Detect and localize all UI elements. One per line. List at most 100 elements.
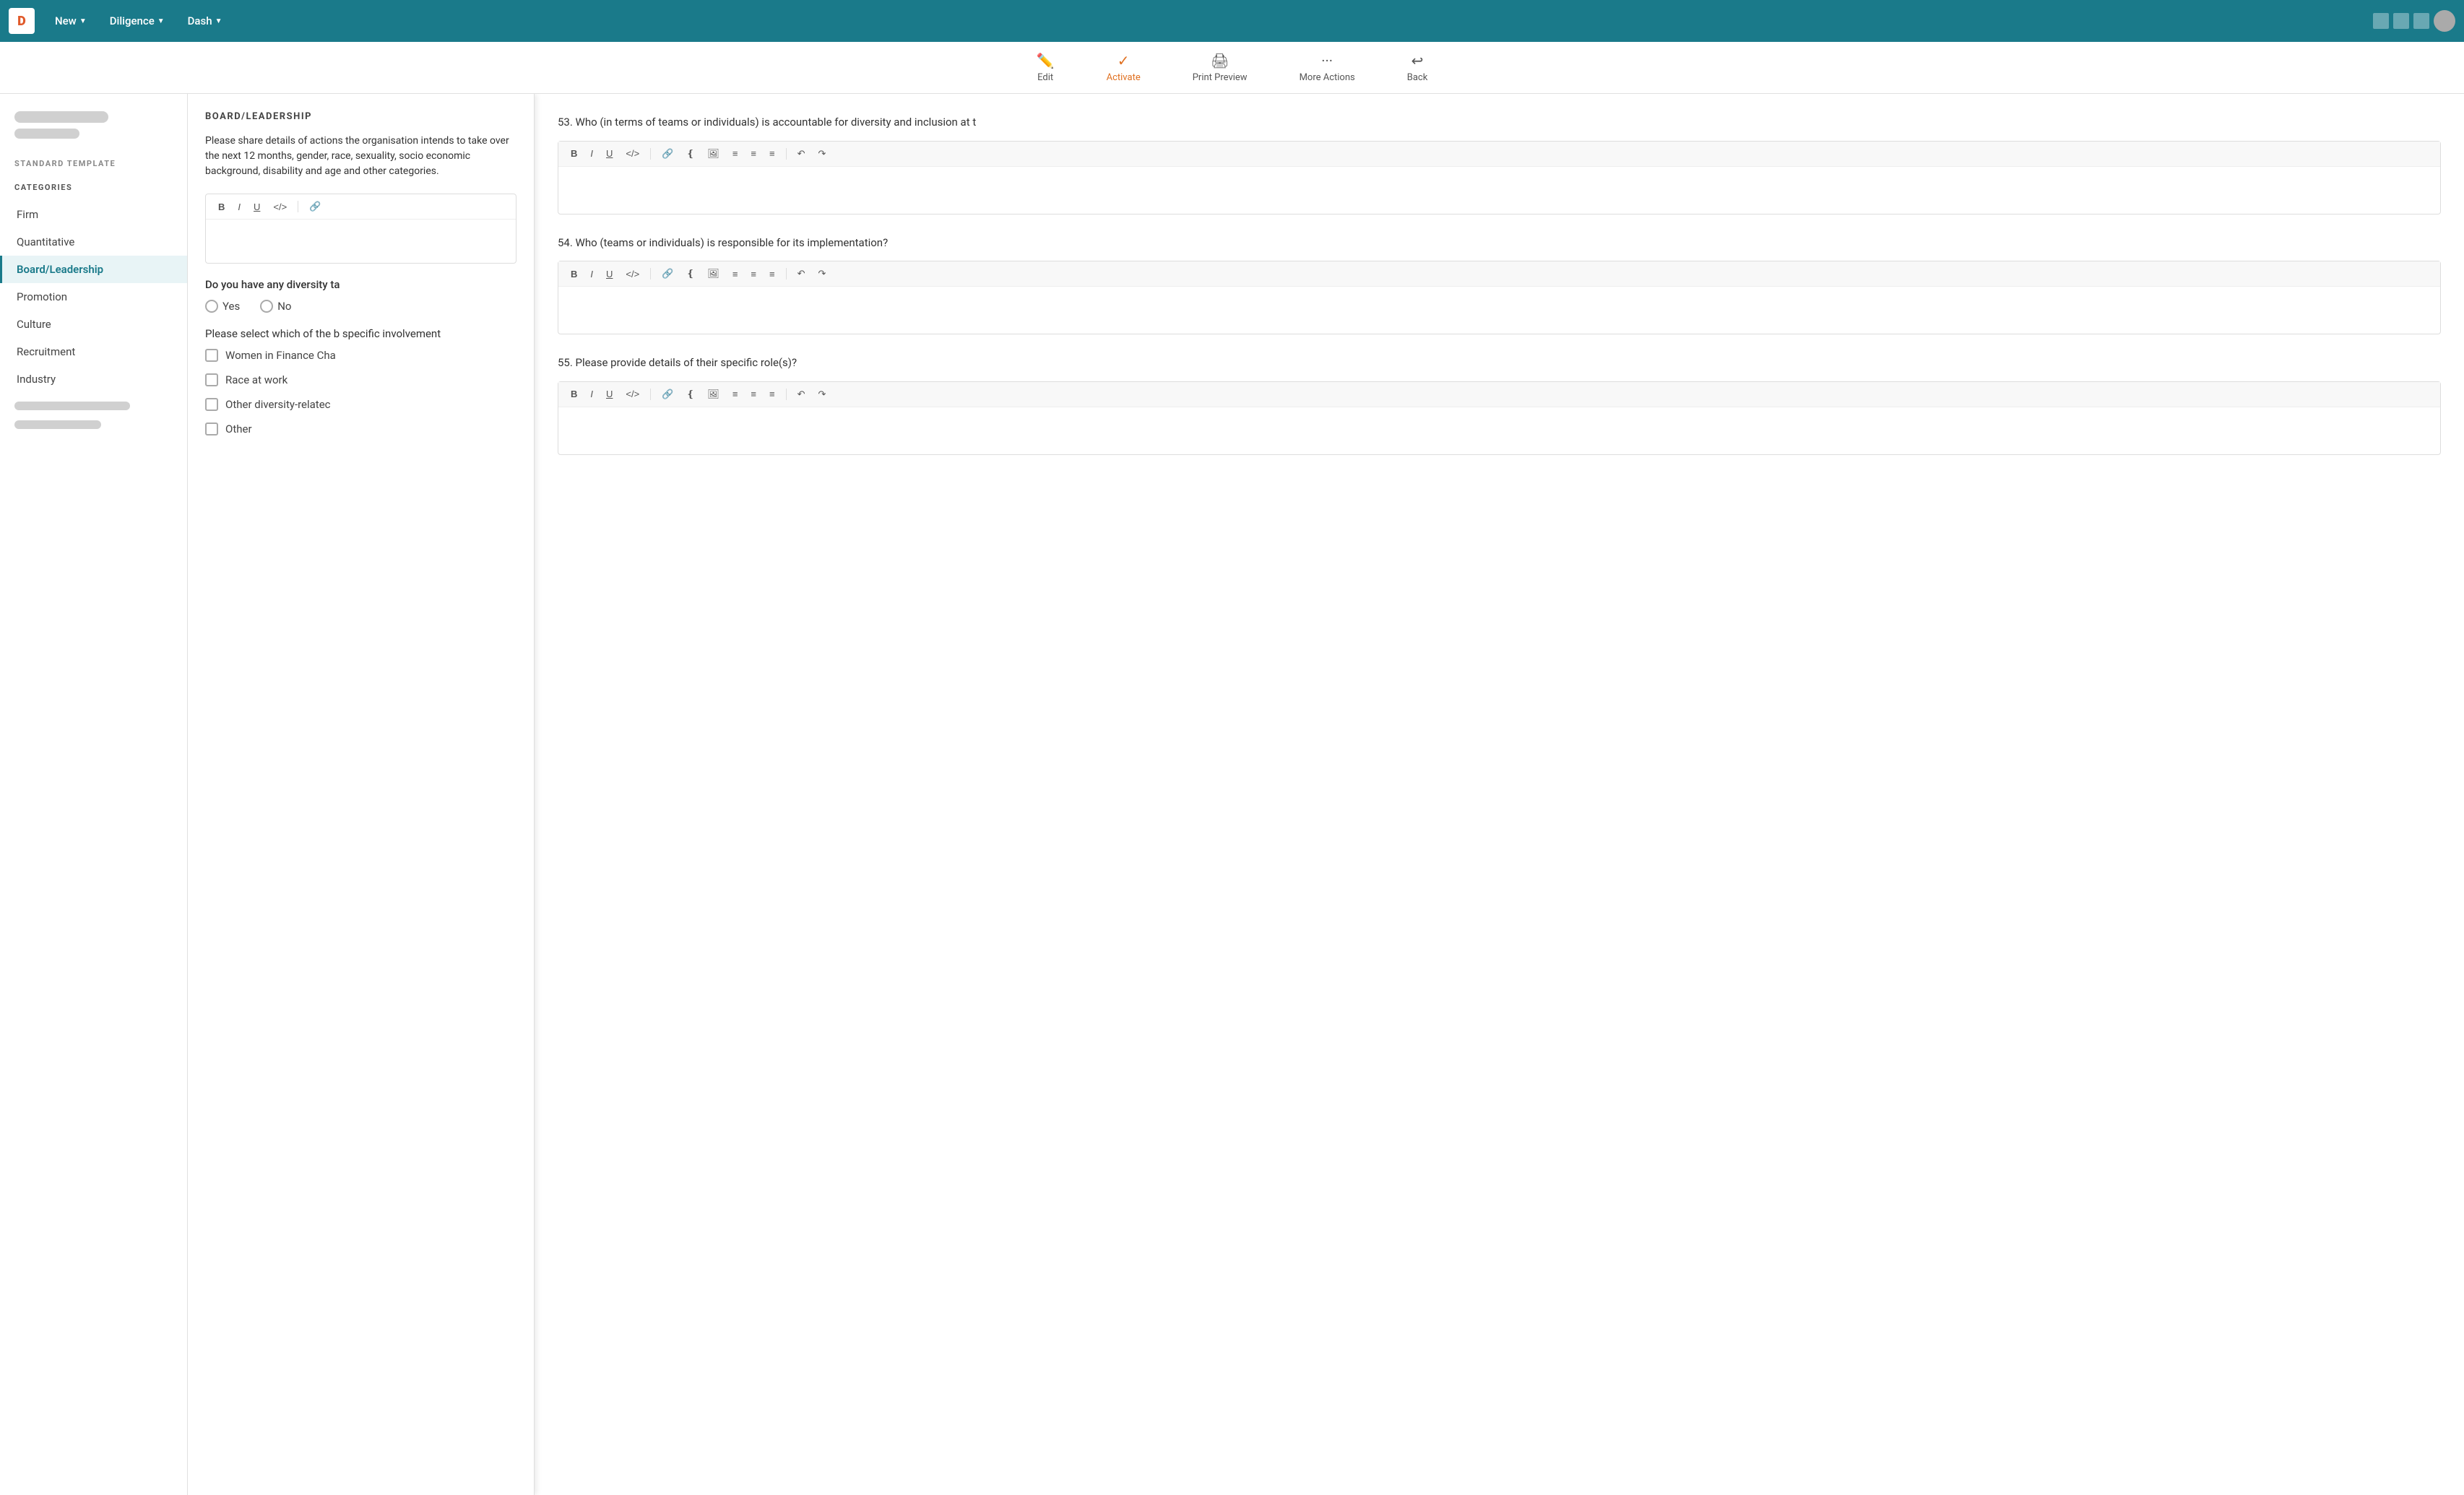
editor-align-left-55[interactable]: ≡ — [727, 386, 743, 402]
nav-new[interactable]: New ▼ — [46, 10, 95, 32]
editor-italic-54[interactable]: I — [585, 266, 598, 282]
editor-code-55[interactable]: </> — [621, 386, 644, 402]
radio-no[interactable]: No — [260, 300, 291, 313]
logo[interactable]: D — [9, 8, 35, 34]
checkbox-sq-race-at-work — [205, 373, 218, 386]
editor-list-54[interactable]: ≡ — [764, 266, 780, 282]
edit-button[interactable]: ✏️ Edit — [1028, 46, 1063, 89]
editor-underline-53[interactable]: U — [601, 146, 618, 161]
panel-section-title: BOARD/LEADERSHIP — [205, 111, 516, 122]
radio-yes[interactable]: Yes — [205, 300, 240, 313]
nav-dash[interactable]: Dash ▼ — [179, 10, 231, 32]
editor-body-53[interactable] — [558, 167, 2440, 214]
editor-code-53[interactable]: </> — [621, 146, 644, 161]
editor-toolbar-1: B I U </> 🔗 — [206, 194, 516, 220]
topnav-right-controls — [2373, 10, 2455, 32]
editor-divider-55-1 — [650, 389, 651, 400]
ellipsis-icon: ··· — [1321, 52, 1333, 69]
user-avatar[interactable] — [2434, 10, 2455, 32]
editor-underline-55[interactable]: U — [601, 386, 618, 402]
editor-align-center-55[interactable]: ≡ — [745, 386, 761, 402]
sidebar-item-industry[interactable]: Industry — [0, 365, 187, 393]
more-actions-button[interactable]: ··· More Actions — [1291, 46, 1364, 89]
editor-italic-53[interactable]: I — [585, 146, 598, 161]
checkbox-sq-other-diversity — [205, 398, 218, 411]
editor-toolbar-53: B I U </> 🔗 ❴ 🖼 ≡ ≡ ≡ ↶ ↷ — [558, 142, 2440, 167]
nav-grid-icon-2[interactable] — [2393, 13, 2409, 29]
question-53-editor: B I U </> 🔗 ❴ 🖼 ≡ ≡ ≡ ↶ ↷ — [558, 141, 2441, 214]
editor-divider-53-2 — [786, 148, 787, 160]
print-preview-icon: 🖨 — [1211, 52, 1229, 69]
editor-italic-btn[interactable]: I — [233, 199, 246, 214]
editor-align-left-53[interactable]: ≡ — [727, 146, 743, 161]
edit-icon: ✏️ — [1037, 52, 1055, 69]
editor-link-53[interactable]: 🔗 — [657, 146, 678, 162]
nav-grid-icon-3[interactable] — [2413, 13, 2429, 29]
editor-link-54[interactable]: 🔗 — [657, 266, 678, 282]
top-navigation: D New ▼ Diligence ▼ Dash ▼ — [0, 0, 2464, 42]
editor-link-btn[interactable]: 🔗 — [304, 199, 326, 214]
editor-undo-53[interactable]: ↶ — [792, 146, 810, 162]
right-panel: 53. Who (in terms of teams or individual… — [535, 94, 2464, 1495]
editor-redo-55[interactable]: ↷ — [813, 386, 831, 402]
editor-bold-55[interactable]: B — [566, 386, 582, 402]
checkbox-other-diversity[interactable]: Other diversity-relatec — [205, 398, 516, 411]
checkbox-race-at-work[interactable]: Race at work — [205, 373, 516, 386]
checkbox-other[interactable]: Other — [205, 422, 516, 436]
sidebar-item-board-leadership[interactable]: Board/Leadership — [0, 256, 187, 283]
editor-undo-55[interactable]: ↶ — [792, 386, 810, 402]
checkbox-sq-other — [205, 422, 218, 436]
left-panel: BOARD/LEADERSHIP Please share details of… — [188, 94, 535, 1495]
question-53-title: 53. Who (in terms of teams or individual… — [558, 114, 2441, 131]
yes-no-radio-group: Yes No — [205, 300, 516, 313]
activate-icon: ✓ — [1118, 52, 1130, 69]
editor-image-54[interactable]: 🖼 — [702, 266, 725, 282]
editor-bold-53[interactable]: B — [566, 146, 582, 161]
editor-underline-54[interactable]: U — [601, 266, 618, 282]
sidebar-item-culture[interactable]: Culture — [0, 311, 187, 338]
editor-italic-55[interactable]: I — [585, 386, 598, 402]
editor-code-btn[interactable]: </> — [268, 199, 292, 214]
editor-body-54[interactable] — [558, 287, 2440, 334]
back-button[interactable]: ↩ Back — [1399, 46, 1437, 89]
chevron-down-icon: ▼ — [157, 17, 165, 25]
categories-label: CATEGORIES — [0, 177, 187, 201]
editor-bold-54[interactable]: B — [566, 266, 582, 282]
editor-link-55[interactable]: 🔗 — [657, 386, 678, 402]
editor-divider-54-2 — [786, 268, 787, 280]
sidebar-item-recruitment[interactable]: Recruitment — [0, 338, 187, 365]
editor-body-1[interactable] — [206, 220, 516, 263]
editor-undo-54[interactable]: ↶ — [792, 266, 810, 282]
question-55-title: 55. Please provide details of their spec… — [558, 355, 2441, 371]
editor-body-55[interactable] — [558, 407, 2440, 454]
editor-quote-53[interactable]: ❴ — [681, 146, 699, 162]
activate-button[interactable]: ✓ Activate — [1098, 46, 1149, 89]
editor-toolbar-54: B I U </> 🔗 ❴ 🖼 ≡ ≡ ≡ ↶ ↷ — [558, 261, 2440, 287]
editor-toolbar-55: B I U </> 🔗 ❴ 🖼 ≡ ≡ ≡ ↶ ↷ — [558, 382, 2440, 407]
print-preview-button[interactable]: 🖨 Print Preview — [1184, 46, 1256, 89]
nav-diligence[interactable]: Diligence ▼ — [101, 10, 173, 32]
editor-quote-55[interactable]: ❴ — [681, 386, 699, 402]
editor-list-53[interactable]: ≡ — [764, 146, 780, 161]
editor-align-left-54[interactable]: ≡ — [727, 266, 743, 282]
editor-image-55[interactable]: 🖼 — [702, 386, 725, 402]
editor-align-center-54[interactable]: ≡ — [745, 266, 761, 282]
action-toolbar: ✏️ Edit ✓ Activate 🖨 Print Preview ··· M… — [0, 42, 2464, 94]
editor-underline-btn[interactable]: U — [248, 199, 265, 214]
sidebar-placeholder-subtitle — [14, 129, 79, 139]
editor-bold-btn[interactable]: B — [213, 199, 230, 214]
sidebar-item-promotion[interactable]: Promotion — [0, 283, 187, 311]
back-icon: ↩ — [1412, 52, 1424, 69]
checkbox-women-finance[interactable]: Women in Finance Cha — [205, 349, 516, 362]
editor-image-53[interactable]: 🖼 — [702, 146, 725, 162]
editor-code-54[interactable]: </> — [621, 266, 644, 282]
editor-quote-54[interactable]: ❴ — [681, 266, 699, 282]
nav-grid-icon-1[interactable] — [2373, 13, 2389, 29]
sidebar-item-quantitative[interactable]: Quantitative — [0, 228, 187, 256]
sidebar-placeholder-item-2 — [14, 420, 101, 429]
editor-align-center-53[interactable]: ≡ — [745, 146, 761, 161]
editor-redo-54[interactable]: ↷ — [813, 266, 831, 282]
sidebar-item-firm[interactable]: Firm — [0, 201, 187, 228]
editor-list-55[interactable]: ≡ — [764, 386, 780, 402]
editor-redo-53[interactable]: ↷ — [813, 146, 831, 162]
